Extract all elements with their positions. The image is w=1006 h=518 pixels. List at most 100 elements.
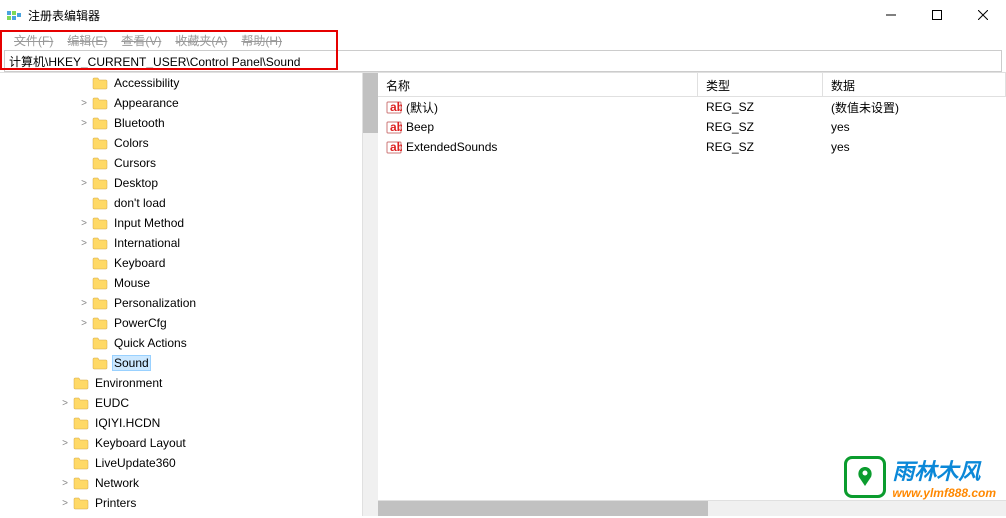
address-bar[interactable] (4, 50, 1002, 72)
list-body[interactable]: ab(默认)REG_SZ(数值未设置)abBeepREG_SZyesabExte… (378, 97, 1006, 500)
tree-label[interactable]: Environment (93, 375, 164, 391)
tree-label[interactable]: Input Method (112, 215, 186, 231)
tree-label[interactable]: Bluetooth (112, 115, 167, 131)
tree-item[interactable]: Quick Actions (0, 333, 362, 353)
tree-label[interactable]: EUDC (93, 395, 131, 411)
tree-expander-empty (78, 197, 90, 209)
list-row[interactable]: ab(默认)REG_SZ(数值未设置) (378, 97, 1006, 117)
watermark-url: www.ylmf888.com (892, 486, 996, 500)
menu-file[interactable]: 文件(F) (8, 31, 59, 50)
tree-item[interactable]: > Desktop (0, 173, 362, 193)
tree-label[interactable]: Keyboard (112, 255, 167, 271)
tree-item[interactable]: > Personalization (0, 293, 362, 313)
chevron-right-icon[interactable]: > (78, 97, 90, 109)
chevron-right-icon[interactable]: > (78, 217, 90, 229)
tree-label[interactable]: Personalization (112, 295, 198, 311)
string-value-icon: ab (386, 119, 402, 135)
tree-item[interactable]: > EUDC (0, 393, 362, 413)
tree-label[interactable]: Quick Actions (112, 335, 189, 351)
tree-item[interactable]: Environment (0, 373, 362, 393)
tree-item[interactable]: > Printers (0, 493, 362, 513)
tree-pane[interactable]: Accessibility > Appearance > Bluetooth Colors… (0, 73, 362, 516)
tree-label[interactable]: Desktop (112, 175, 160, 191)
tree-scrollbar-thumb[interactable] (363, 73, 378, 133)
menu-view[interactable]: 查看(V) (115, 31, 167, 50)
folder-icon (92, 96, 108, 110)
list-row[interactable]: abBeepREG_SZyes (378, 117, 1006, 137)
window-controls (868, 0, 1006, 30)
tree-label[interactable]: Cursors (112, 155, 158, 171)
tree-item[interactable]: Mouse (0, 273, 362, 293)
folder-icon (73, 416, 89, 430)
col-type[interactable]: 类型 (698, 73, 823, 96)
tree-expander-empty (59, 457, 71, 469)
list-scrollbar-h[interactable] (378, 500, 1006, 516)
tree-item[interactable]: Sound (0, 353, 362, 373)
chevron-right-icon[interactable]: > (59, 437, 71, 449)
chevron-right-icon[interactable]: > (59, 497, 71, 509)
tree-label[interactable]: don't load (112, 195, 168, 211)
regedit-icon (6, 7, 22, 23)
tree-item[interactable]: > Bluetooth (0, 113, 362, 133)
tree-label[interactable]: Colors (112, 135, 151, 151)
folder-icon (92, 216, 108, 230)
tree-label[interactable]: Keyboard Layout (93, 435, 188, 451)
tree-item[interactable]: Keyboard (0, 253, 362, 273)
folder-icon (73, 496, 89, 510)
tree-expander-empty (78, 157, 90, 169)
tree-item[interactable]: > Input Method (0, 213, 362, 233)
watermark: 雨林木风 www.ylmf888.com (844, 454, 996, 500)
cell-data: (数值未设置) (823, 98, 1006, 117)
tree-scrollbar[interactable] (362, 73, 378, 516)
tree-item[interactable]: don't load (0, 193, 362, 213)
list-scrollbar-h-thumb[interactable] (378, 501, 708, 516)
chevron-right-icon[interactable]: > (78, 117, 90, 129)
tree-label[interactable]: Sound (112, 355, 151, 371)
chevron-right-icon[interactable]: > (78, 237, 90, 249)
chevron-right-icon[interactable]: > (78, 317, 90, 329)
tree-label[interactable]: LiveUpdate360 (93, 455, 178, 471)
tree-label[interactable]: Appearance (112, 95, 181, 111)
tree-label[interactable]: International (112, 235, 182, 251)
folder-icon (92, 336, 108, 350)
tree-item[interactable]: > Appearance (0, 93, 362, 113)
col-data[interactable]: 数据 (823, 73, 1006, 96)
maximize-button[interactable] (914, 0, 960, 30)
svg-text:ab: ab (390, 140, 402, 154)
folder-icon (73, 376, 89, 390)
chevron-right-icon[interactable]: > (78, 177, 90, 189)
tree-item[interactable]: > International (0, 233, 362, 253)
tree-label[interactable]: PowerCfg (112, 315, 169, 331)
tree-label[interactable]: Mouse (112, 275, 152, 291)
tree-item[interactable]: > Keyboard Layout (0, 433, 362, 453)
tree-item[interactable]: LiveUpdate360 (0, 453, 362, 473)
close-button[interactable] (960, 0, 1006, 30)
tree-item[interactable]: > Network (0, 473, 362, 493)
chevron-right-icon[interactable]: > (78, 297, 90, 309)
chevron-right-icon[interactable]: > (59, 477, 71, 489)
folder-icon (92, 116, 108, 130)
tree-expander-empty (78, 137, 90, 149)
tree-item[interactable]: Accessibility (0, 73, 362, 93)
folder-icon (92, 136, 108, 150)
tree-item[interactable]: Cursors (0, 153, 362, 173)
tree-item[interactable]: IQIYI.HCDN (0, 413, 362, 433)
tree-label[interactable]: Network (93, 475, 141, 491)
tree-expander-empty (78, 337, 90, 349)
tree-item[interactable]: > PowerCfg (0, 313, 362, 333)
chevron-right-icon[interactable]: > (59, 397, 71, 409)
col-name[interactable]: 名称 (378, 73, 698, 96)
minimize-button[interactable] (868, 0, 914, 30)
string-value-icon: ab (386, 99, 402, 115)
list-row[interactable]: abExtendedSoundsREG_SZyes (378, 137, 1006, 157)
address-input[interactable] (9, 54, 997, 68)
tree-label[interactable]: IQIYI.HCDN (93, 415, 162, 431)
tree-label[interactable]: Printers (93, 495, 138, 511)
tree-label[interactable]: Accessibility (112, 75, 181, 91)
menu-favorites[interactable]: 收藏夹(A) (169, 31, 233, 50)
menu-edit[interactable]: 编辑(E) (61, 31, 113, 50)
tree-expander-empty (78, 277, 90, 289)
tree-item[interactable]: Colors (0, 133, 362, 153)
menu-help[interactable]: 帮助(H) (235, 31, 288, 50)
folder-icon (92, 256, 108, 270)
